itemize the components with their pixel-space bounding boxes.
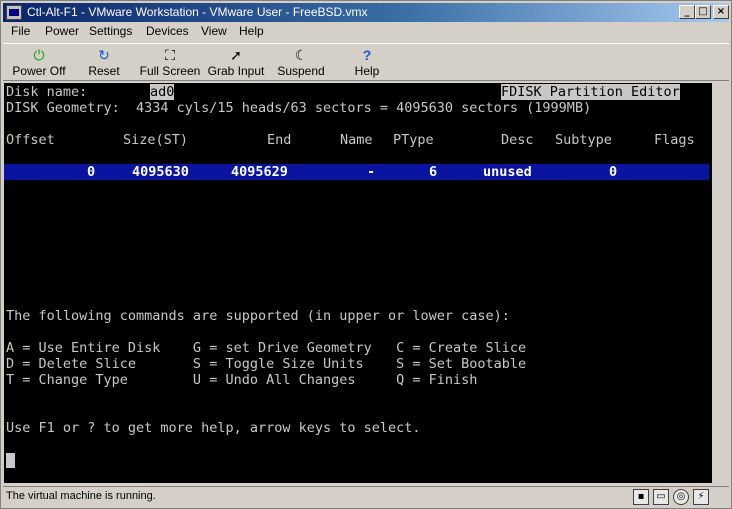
row-offset: 0 xyxy=(87,164,96,180)
grab-input-label: Grab Input xyxy=(207,64,265,78)
text-cursor xyxy=(6,453,15,468)
row-size: 4095630 xyxy=(132,164,189,180)
menu-settings[interactable]: Settings xyxy=(89,24,132,38)
power-off-label: Power Off xyxy=(12,64,66,78)
window-title: Ctl-Alt-F1 - VMware Workstation - VMware… xyxy=(27,5,368,19)
header-name: Name xyxy=(340,132,373,148)
menu-devices[interactable]: Devices xyxy=(146,24,189,38)
disk-name-value: ad0 xyxy=(150,84,175,100)
header-ptype: PType xyxy=(393,132,434,148)
fullscreen-icon: ⛶ xyxy=(165,47,175,63)
row-name: - xyxy=(367,164,376,180)
header-offset: Offset xyxy=(6,132,55,148)
cdrom-icon[interactable]: ◎ xyxy=(673,489,689,505)
menu-bar: File Power Settings Devices View Help xyxy=(3,23,729,41)
header-end: End xyxy=(267,132,292,148)
command-line-1: A = Use Entire Disk G = set Drive Geomet… xyxy=(6,340,527,356)
close-button[interactable]: × xyxy=(713,5,729,19)
grab-input-icon: ➚ xyxy=(230,47,242,63)
full-screen-button[interactable]: ⛶ Full Screen xyxy=(139,46,201,80)
menu-file[interactable]: File xyxy=(11,24,30,38)
suspend-icon: ☾ xyxy=(294,47,308,63)
help-line: Use F1 or ? to get more help, arrow keys… xyxy=(6,420,421,436)
maximize-button[interactable]: □ xyxy=(695,5,711,19)
suspend-label: Suspend xyxy=(277,64,325,78)
disk-geometry: DISK Geometry: 4334 cyls/15 heads/63 sec… xyxy=(6,100,592,116)
row-ptype: 6 xyxy=(429,164,438,180)
command-line-2: D = Delete Slice S = Toggle Size Units S… xyxy=(6,356,527,372)
full-screen-label: Full Screen xyxy=(139,64,201,78)
row-desc: unused xyxy=(483,164,532,180)
menu-view[interactable]: View xyxy=(201,24,227,38)
menu-help[interactable]: Help xyxy=(239,24,264,38)
header-flags: Flags xyxy=(654,132,695,148)
vmware-window: Ctl-Alt-F1 - VMware Workstation - VMware… xyxy=(0,0,732,509)
title-bar[interactable]: Ctl-Alt-F1 - VMware Workstation - VMware… xyxy=(3,3,729,22)
header-desc: Desc xyxy=(501,132,534,148)
power-off-button[interactable]: ⏻ Power Off xyxy=(9,46,69,80)
editor-title: FDISK Partition Editor xyxy=(501,84,680,100)
disk-name-label: Disk name: xyxy=(6,84,88,100)
reset-label: Reset xyxy=(88,64,120,78)
header-size: Size(ST) xyxy=(123,132,189,148)
console-side-panel xyxy=(713,83,729,483)
network-icon[interactable]: ⚡ xyxy=(693,489,709,505)
row-end: 4095629 xyxy=(231,164,288,180)
minimize-button[interactable]: _ xyxy=(679,5,695,19)
menu-power[interactable]: Power xyxy=(45,24,79,38)
help-label: Help xyxy=(354,64,380,78)
reset-button[interactable]: ↻ Reset xyxy=(83,46,125,80)
partition-row-selected[interactable] xyxy=(4,164,709,180)
hdd-icon[interactable]: ▭ xyxy=(653,489,669,505)
row-subtype: 0 xyxy=(609,164,618,180)
power-icon: ⏻ xyxy=(33,47,45,63)
suspend-button[interactable]: ☾ Suspend xyxy=(275,46,327,80)
vm-console[interactable]: Disk name: ad0 FDISK Partition Editor DI… xyxy=(4,83,712,483)
help-icon: ? xyxy=(362,47,372,63)
help-button[interactable]: ? Help xyxy=(351,46,383,80)
command-line-3: T = Change Type U = Undo All Changes Q =… xyxy=(6,372,478,388)
status-bar: The virtual machine is running. ▪ ▭ ◎ ⚡ xyxy=(3,486,729,507)
commands-intro: The following commands are supported (in… xyxy=(6,308,510,324)
floppy-icon[interactable]: ▪ xyxy=(633,489,649,505)
grab-input-button[interactable]: ➚ Grab Input xyxy=(206,46,266,80)
toolbar: ⏻ Power Off ↻ Reset ⛶ Full Screen ➚ Grab… xyxy=(3,43,729,81)
vmware-app-icon xyxy=(6,5,22,20)
header-subtype: Subtype xyxy=(555,132,612,148)
reset-icon: ↻ xyxy=(98,47,110,63)
status-text: The virtual machine is running. xyxy=(6,490,156,502)
